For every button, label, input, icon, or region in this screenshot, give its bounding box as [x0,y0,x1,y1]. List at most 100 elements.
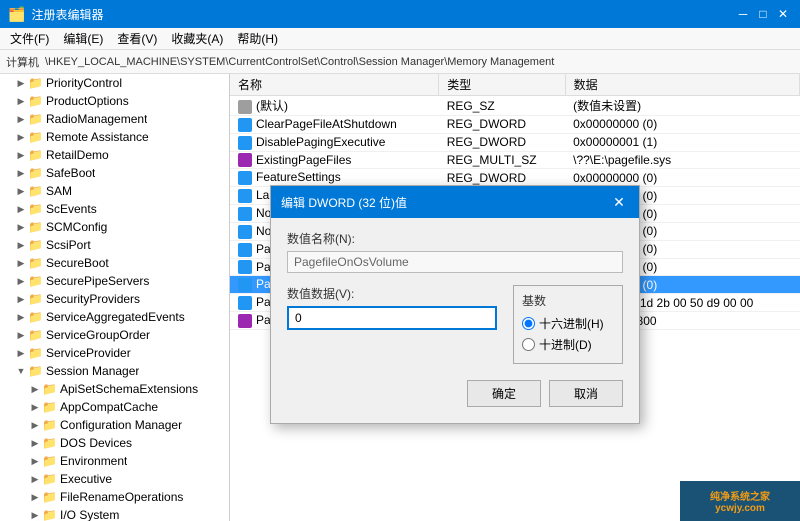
folder-icon: 📁 [28,292,44,306]
folder-icon: 📁 [42,508,58,521]
tree-item-DOSDevices[interactable]: ▶📁DOS Devices [0,434,229,452]
folder-icon: 📁 [28,94,44,108]
tree-expand-icon: ▶ [14,78,28,89]
registry-type-icon [238,243,252,257]
tree-item-label: RetailDemo [46,148,109,162]
tree-item-IOSystem[interactable]: ▶📁I/O System [0,506,229,521]
tree-expand-icon: ▶ [28,474,42,485]
tree-item-label: Executive [60,472,112,486]
value-data-cell: (数值未设置) [565,96,799,116]
tree-expand-icon: ▶ [14,312,28,323]
dialog-input-row: 数值数据(V): 基数 十六进制(H) 十进制(D) [287,285,623,364]
tree-item-FileRenameOperations[interactable]: ▶📁FileRenameOperations [0,488,229,506]
folder-icon: 📁 [42,382,58,396]
folder-icon: 📁 [42,418,58,432]
tree-item-label: Environment [60,454,127,468]
tree-item-ApiSetSchemaExtensions[interactable]: ▶📁ApiSetSchemaExtensions [0,380,229,398]
tree-item-ScsiPort[interactable]: ▶📁ScsiPort [0,236,229,254]
radio-hex-input[interactable] [522,317,535,330]
menu-view[interactable]: 查看(V) [111,28,163,49]
radio-dec-label[interactable]: 十进制(D) [522,336,614,353]
folder-icon: 📁 [28,310,44,324]
value-data-input[interactable] [287,306,497,330]
minimize-button[interactable]: ─ [734,5,752,23]
tree-item-SAM[interactable]: ▶📁SAM [0,182,229,200]
value-name-cell: ExistingPageFiles [230,151,439,169]
watermark-line2: ycwjy.com [710,503,770,514]
dialog-cancel-button[interactable]: 取消 [549,380,623,407]
tree-item-ConfigurationManager[interactable]: ▶📁Configuration Manager [0,416,229,434]
table-row[interactable]: DisablePagingExecutiveREG_DWORD0x0000000… [230,133,800,151]
value-data-cell: \??\E:\pagefile.sys [565,151,799,169]
folder-icon: 📁 [42,436,58,450]
menu-favorites[interactable]: 收藏夹(A) [165,28,229,49]
folder-icon: 📁 [28,274,44,288]
tree-expand-icon: ▶ [28,510,42,521]
value-data-label: 数值数据(V): [287,285,497,302]
tree-item-SafeBoot[interactable]: ▶📁SafeBoot [0,164,229,182]
tree-expand-icon: ▶ [14,222,28,233]
tree-item-Environment[interactable]: ▶📁Environment [0,452,229,470]
tree-expand-icon: ▶ [14,330,28,341]
menu-help[interactable]: 帮助(H) [231,28,284,49]
folder-icon: 📁 [28,364,44,378]
tree-item-PriorityControl[interactable]: ▶📁PriorityControl [0,74,229,92]
tree-item-RetailDemo[interactable]: ▶📁RetailDemo [0,146,229,164]
tree-item-label: SecurePipeServers [46,274,149,288]
menu-file[interactable]: 文件(F) [4,28,55,49]
table-row[interactable]: ExistingPageFilesREG_MULTI_SZ\??\E:\page… [230,151,800,169]
tree-item-ServiceAggregatedEvents[interactable]: ▶📁ServiceAggregatedEvents [0,308,229,326]
radio-dec-text: 十进制(D) [539,336,592,353]
tree-item-label: ServiceProvider [46,346,131,360]
folder-icon: 📁 [28,112,44,126]
folder-icon: 📁 [28,148,44,162]
tree-item-ScEvents[interactable]: ▶📁ScEvents [0,200,229,218]
dialog-body: 数值名称(N): PagefileOnOsVolume 数值数据(V): 基数 … [271,218,639,423]
table-row[interactable]: (默认)REG_SZ(数值未设置) [230,96,800,116]
radio-dec-input[interactable] [522,338,535,351]
tree-expand-icon: ▶ [14,168,28,179]
value-name-cell: ClearPageFileAtShutdown [230,116,439,134]
table-row[interactable]: ClearPageFileAtShutdownREG_DWORD0x000000… [230,116,800,134]
radio-hex-label[interactable]: 十六进制(H) [522,315,614,332]
menu-edit[interactable]: 编辑(E) [57,28,109,49]
folder-icon: 📁 [42,400,58,414]
tree-item-ProductOptions[interactable]: ▶📁ProductOptions [0,92,229,110]
dialog-close-button[interactable]: ✕ [609,192,629,212]
tree-item-label: Configuration Manager [60,418,182,432]
address-label-text: 计算机 [6,54,39,70]
folder-icon: 📁 [28,328,44,342]
tree-item-ServiceProvider[interactable]: ▶📁ServiceProvider [0,344,229,362]
registry-tree: ▶📁PriorityControl▶📁ProductOptions▶📁Radio… [0,74,230,521]
folder-icon: 📁 [42,472,58,486]
tree-expand-icon: ▶ [14,114,28,125]
tree-item-Executive[interactable]: ▶📁Executive [0,470,229,488]
tree-item-AppCompatCache[interactable]: ▶📁AppCompatCache [0,398,229,416]
col-type-header: 类型 [439,74,565,96]
watermark-line1: 纯净系统之家 [710,488,770,503]
tree-item-RadioManagement[interactable]: ▶📁RadioManagement [0,110,229,128]
tree-item-SecureBoot[interactable]: ▶📁SecureBoot [0,254,229,272]
tree-item-SecurePipeServers[interactable]: ▶📁SecurePipeServers [0,272,229,290]
tree-item-SCMConfig[interactable]: ▶📁SCMConfig [0,218,229,236]
folder-icon: 📁 [28,220,44,234]
tree-expand-icon: ▶ [28,420,42,431]
tree-item-label: ProductOptions [46,94,129,108]
tree-item-label: I/O System [60,508,119,521]
base-radio-section: 基数 十六进制(H) 十进制(D) [513,285,623,364]
dialog-ok-button[interactable]: 确定 [467,380,541,407]
tree-item-label: Remote Assistance [46,130,149,144]
tree-item-ServiceGroupOrder[interactable]: ▶📁ServiceGroupOrder [0,326,229,344]
tree-item-SessionManager[interactable]: ▼📁Session Manager [0,362,229,380]
tree-item-SecurityProviders[interactable]: ▶📁SecurityProviders [0,290,229,308]
watermark: 纯净系统之家 ycwjy.com [680,481,800,521]
tree-expand-icon: ▶ [14,186,28,197]
maximize-button[interactable]: □ [754,5,772,23]
tree-item-RemoteAssistance[interactable]: ▶📁Remote Assistance [0,128,229,146]
value-type-cell: REG_DWORD [439,133,565,151]
value-data-cell: 0x00000000 (0) [565,116,799,134]
value-name-label: 数值名称(N): [287,230,623,247]
radio-hex-text: 十六进制(H) [539,315,604,332]
tree-item-label: ScEvents [46,202,97,216]
close-button[interactable]: ✕ [774,5,792,23]
